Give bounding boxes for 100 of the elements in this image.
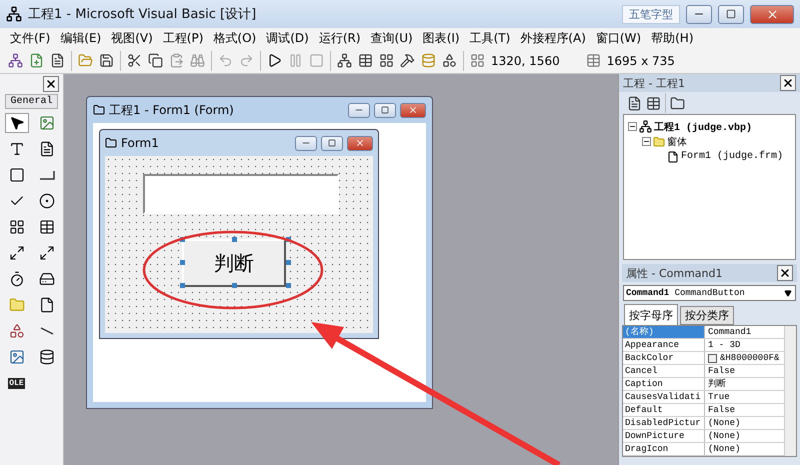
pause-icon[interactable] [288,53,303,68]
tab[interactable]: 按字母序 [624,304,678,325]
property-name[interactable]: Caption [623,378,705,390]
close-icon [779,267,791,279]
input-method-status[interactable]: 五笔字型 [622,4,680,24]
image-icon [8,349,24,365]
tree-item[interactable]: 窗体 [667,134,687,148]
close-icon [782,77,794,89]
frame-icon [8,167,24,183]
window-icon [105,137,117,149]
close-button[interactable] [43,76,59,92]
maximize-button[interactable] [321,136,343,150]
project-icon [639,120,652,133]
close-icon [766,8,778,20]
copy-icon[interactable] [148,53,163,68]
pointer-icon [8,115,24,131]
resize-handle[interactable] [232,237,237,242]
panel-title: 工程 - 工程1 [623,76,685,90]
resize-handle[interactable] [286,283,291,288]
property-name[interactable]: Cancel [623,365,705,377]
tree-item[interactable]: Form1 (judge.frm) [681,151,784,162]
add-form-icon[interactable] [29,53,44,68]
form-title: Form1 [121,136,160,150]
search-icon[interactable] [190,53,205,68]
menu-item[interactable]: 外接程序(A) [516,30,590,46]
property-value[interactable]: 判断 [705,378,784,390]
command-button[interactable]: 判断 [182,239,286,287]
property-name[interactable]: DisabledPictur [623,417,705,429]
close-icon [408,105,418,115]
menu-item[interactable]: 视图(V) [107,30,157,46]
picture-icon [38,115,54,131]
letter-icon [8,141,24,157]
play-icon[interactable] [267,53,282,68]
expand-toggle[interactable] [628,122,637,131]
property-value[interactable]: False [705,404,784,416]
window-title: 工程1 - Microsoft Visual Basic [设计] [28,6,258,23]
resize-handle[interactable] [286,260,291,265]
text-field[interactable] [143,174,339,214]
open-icon[interactable] [78,53,93,68]
resize-handle[interactable] [180,283,185,288]
property-name[interactable]: DragIcon [623,443,705,455]
folder-icon [8,297,24,313]
form-icon [667,150,679,162]
undo-icon[interactable] [218,53,233,68]
menu-item[interactable]: 图表(I) [418,30,464,46]
app-icon [6,6,22,22]
menu-item[interactable]: 文件(F) [6,30,54,46]
maximize-button[interactable] [718,4,744,24]
tree-item[interactable]: 工程1 (judge.vbp) [654,120,752,134]
ole-icon: OLE [8,378,25,388]
property-value[interactable]: 1 - 3D [705,339,784,351]
tab[interactable]: 按分类序 [680,306,734,325]
property-name[interactable]: CausesValidati [623,391,705,403]
property-value[interactable]: Command1 [705,326,784,338]
folder-icon [653,136,665,148]
expand-toggle[interactable] [642,137,651,146]
menu-item[interactable]: 查询(U) [366,30,417,46]
data-view-icon[interactable] [421,53,436,68]
menu-item[interactable]: 编辑(E) [56,30,106,46]
object-dropdown[interactable]: Command1 CommandButton [623,285,796,301]
menu-item[interactable]: 格式(O) [209,30,260,46]
minimize-button[interactable] [686,4,712,24]
maximize-button[interactable] [374,102,396,118]
panel-title: 属性 - Command1 [626,266,722,280]
menu-item[interactable]: 调试(D) [262,30,313,46]
menu-item[interactable]: 窗口(W) [592,30,646,46]
property-name[interactable]: BackColor [623,352,705,364]
property-value[interactable]: &H8000000F& [705,352,784,364]
close-button[interactable] [780,75,796,91]
save-icon[interactable] [99,53,114,68]
minimize-button[interactable] [348,102,370,118]
close-icon [355,138,365,148]
add-project-icon[interactable] [8,53,23,68]
menu-item[interactable]: 工程(P) [158,30,208,46]
scrollbar[interactable] [784,326,796,456]
property-value[interactable]: (None) [705,443,784,455]
cut-icon[interactable] [127,53,142,68]
resize-handle[interactable] [232,283,237,288]
data-icon [38,349,54,365]
property-value[interactable]: True [705,391,784,403]
property-name[interactable]: (名称) [623,326,705,338]
close-button[interactable] [777,265,793,281]
tools-icon[interactable] [400,53,415,68]
menu-item[interactable]: 帮助(H) [647,30,698,46]
property-value[interactable]: False [705,365,784,377]
redo-icon[interactable] [239,53,254,68]
maximize-icon [726,9,736,19]
menu-item[interactable]: 运行(R) [314,30,365,46]
property-value[interactable]: (None) [705,430,784,442]
property-name[interactable]: DownPicture [623,430,705,442]
property-name[interactable]: Appearance [623,339,705,351]
property-value[interactable]: (None) [705,417,784,429]
line-icon [40,327,54,335]
toolbox-tab[interactable]: General [5,94,58,109]
stop-icon[interactable] [309,53,324,68]
property-name[interactable]: Default [623,404,705,416]
resize-handle[interactable] [180,260,185,265]
menu-item[interactable]: 工具(T) [466,30,514,46]
paste-icon[interactable] [169,53,184,68]
minimize-button[interactable] [295,136,317,150]
